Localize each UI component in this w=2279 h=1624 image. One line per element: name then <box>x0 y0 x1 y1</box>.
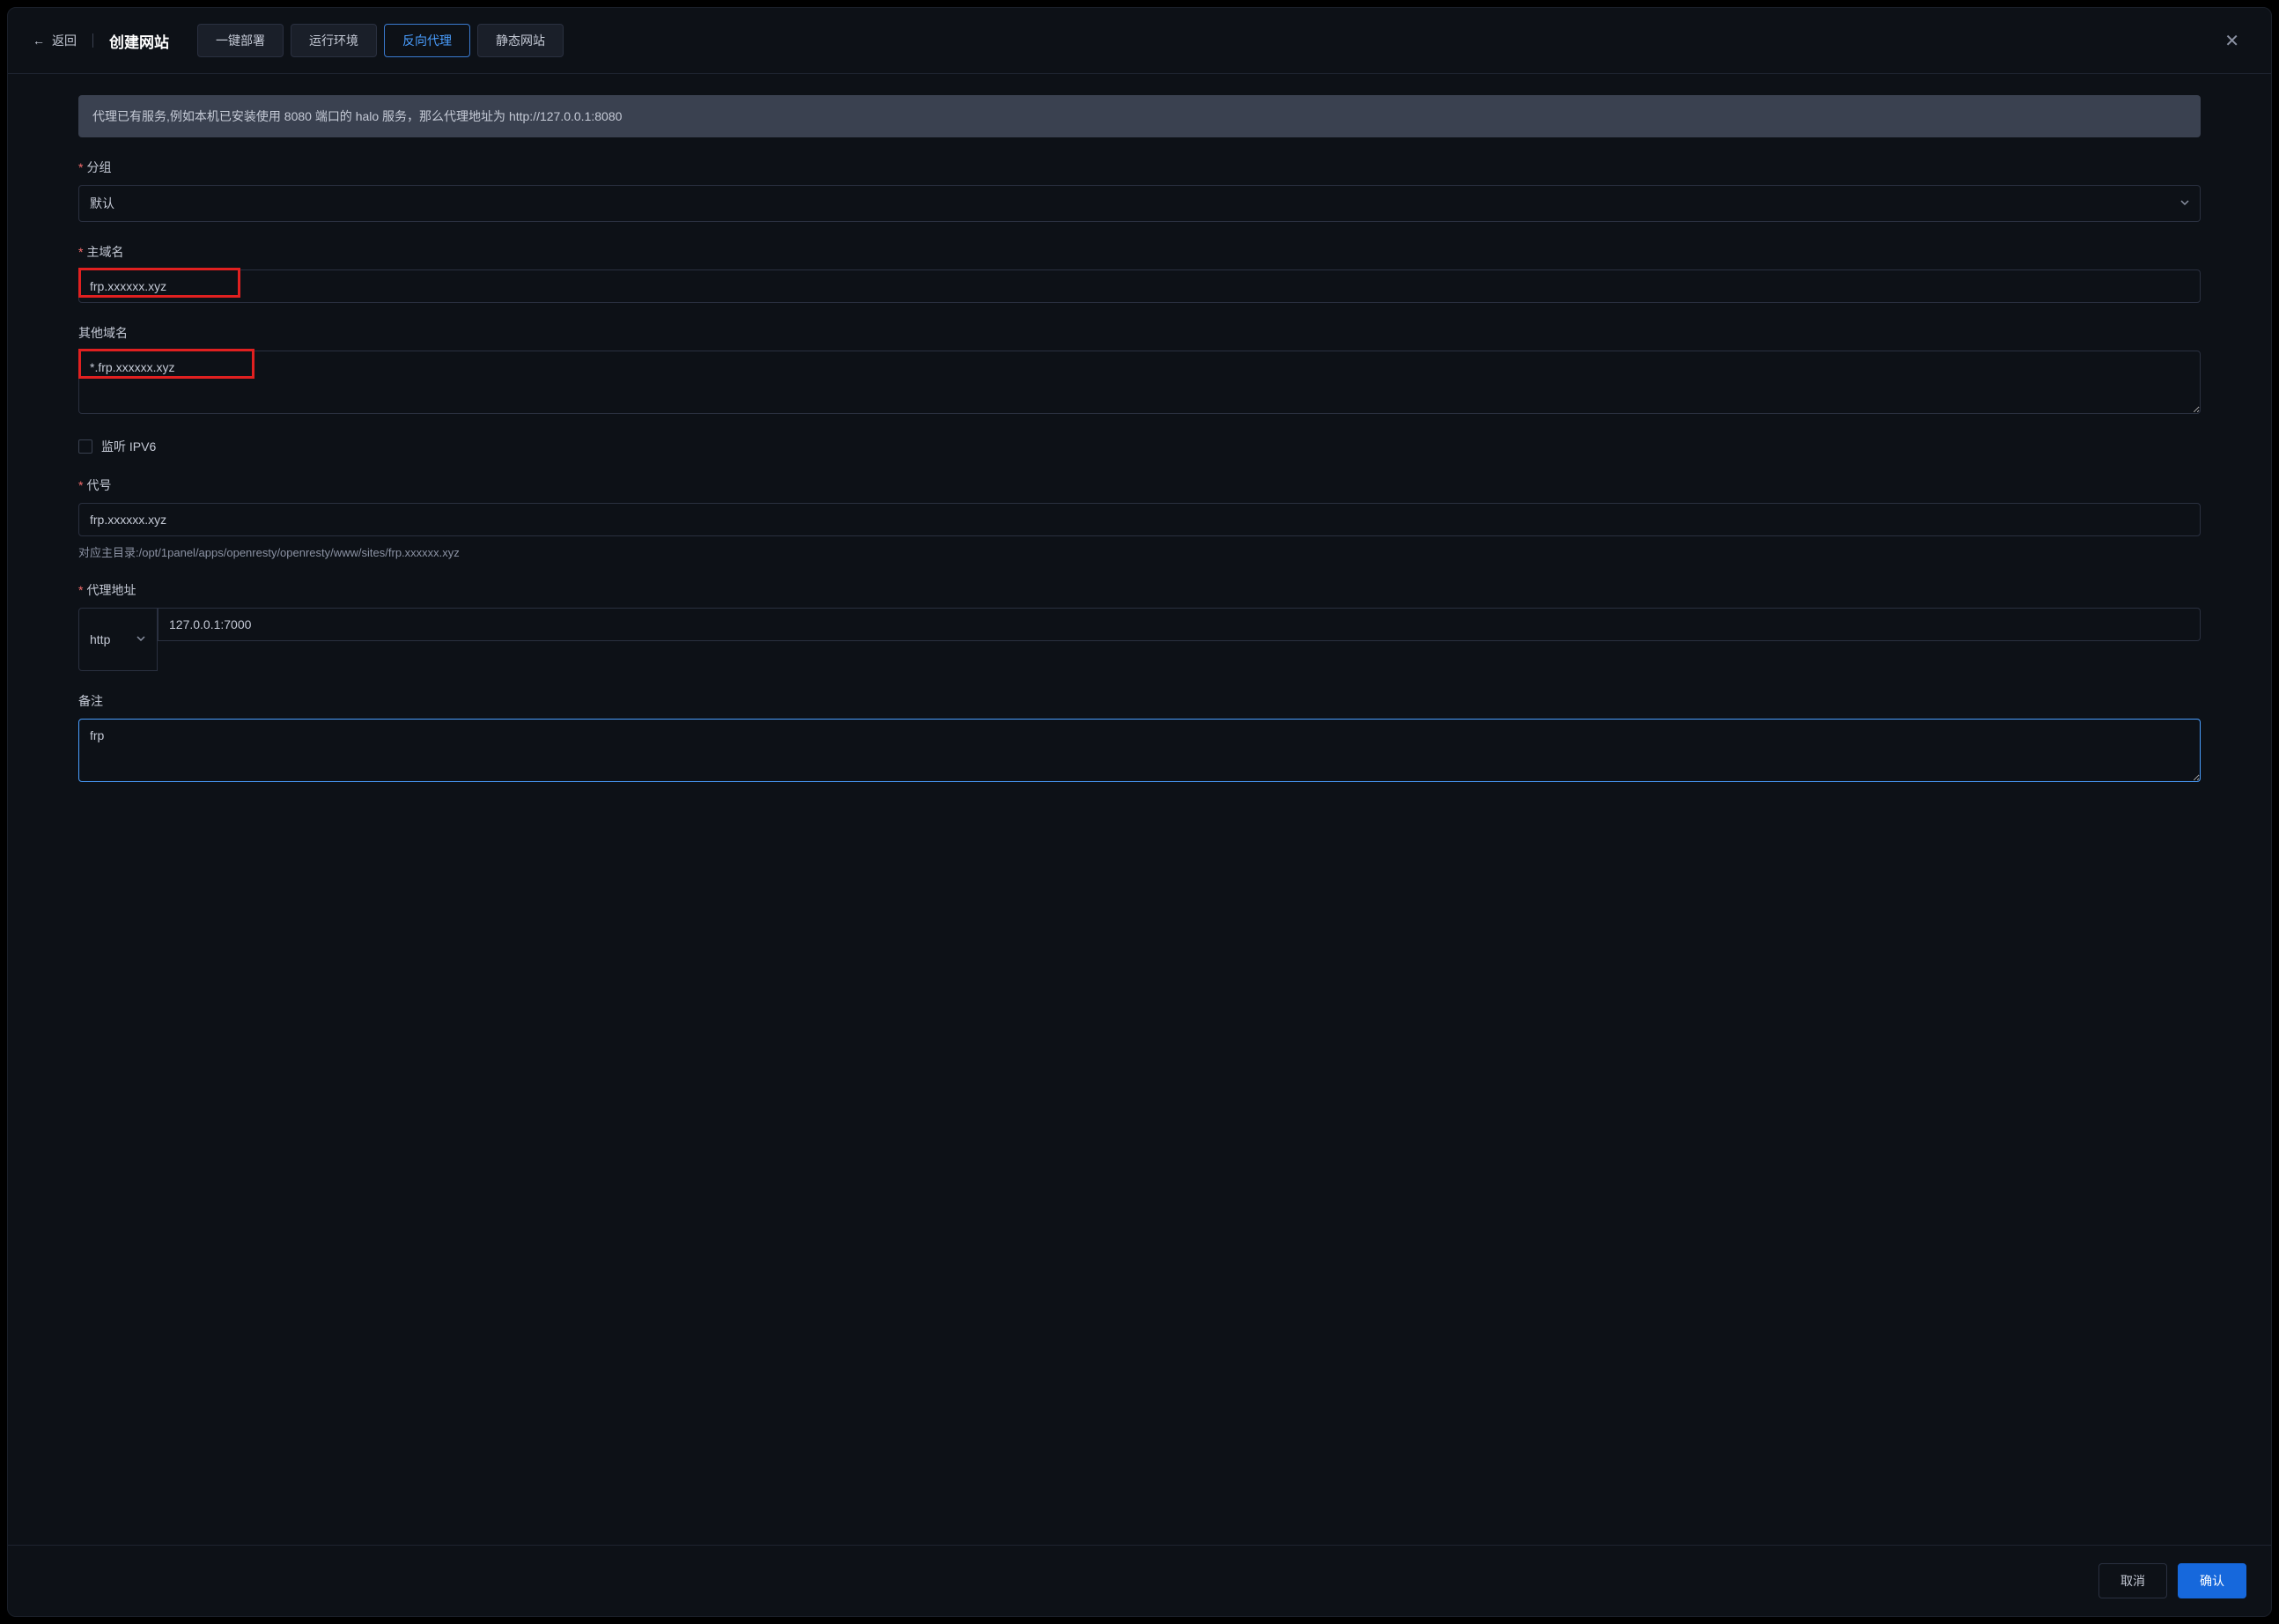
close-icon: ✕ <box>2224 32 2239 51</box>
select-group[interactable]: 默认 <box>78 185 2201 222</box>
tab-one-click-deploy[interactable]: 一键部署 <box>197 24 284 57</box>
close-button[interactable]: ✕ <box>2217 26 2246 55</box>
highlight-box <box>158 641 258 671</box>
label-proxy: 代理地址 <box>78 581 2201 599</box>
label-ipv6: 监听 IPV6 <box>101 438 156 455</box>
textarea-remark[interactable] <box>78 719 2201 782</box>
divider <box>92 33 93 48</box>
other-domains-wrap <box>78 351 2201 417</box>
input-proxy-address[interactable] <box>158 608 2201 641</box>
input-alias[interactable] <box>78 503 2201 536</box>
modal-header: ← 返回 创建网站 一键部署 运行环境 反向代理 静态网站 ✕ <box>8 8 2271 74</box>
arrow-left-icon: ← <box>33 33 45 48</box>
input-main-domain[interactable] <box>78 269 2201 303</box>
form-group-ipv6: 监听 IPV6 <box>78 438 2201 455</box>
label-other-domains: 其他域名 <box>78 324 2201 342</box>
textarea-other-domains[interactable] <box>78 351 2201 414</box>
label-main-domain: 主域名 <box>78 243 2201 261</box>
form-group-proxy: 代理地址 http <box>78 581 2201 671</box>
form-group-alias: 代号 对应主目录:/opt/1panel/apps/openresty/open… <box>78 476 2201 560</box>
modal-footer: 取消 确认 <box>8 1545 2271 1616</box>
proxy-row: http <box>78 608 2201 671</box>
label-alias: 代号 <box>78 476 2201 494</box>
proxy-input-wrap <box>158 608 2201 671</box>
checkbox-ipv6[interactable] <box>78 439 92 454</box>
form-group-group: 分组 默认 <box>78 159 2201 222</box>
back-label: 返回 <box>52 32 77 49</box>
back-button[interactable]: ← 返回 <box>33 28 77 53</box>
tabs-container: 一键部署 运行环境 反向代理 静态网站 <box>197 24 2217 57</box>
chevron-down-icon <box>136 632 146 646</box>
select-group-value: 默认 <box>78 185 2201 222</box>
modal-title: 创建网站 <box>109 30 169 52</box>
main-domain-wrap <box>78 269 2201 303</box>
tab-reverse-proxy[interactable]: 反向代理 <box>384 24 470 57</box>
confirm-button[interactable]: 确认 <box>2178 1563 2246 1598</box>
cancel-button[interactable]: 取消 <box>2098 1563 2167 1598</box>
tab-runtime[interactable]: 运行环境 <box>291 24 377 57</box>
form-content: 代理已有服务,例如本机已安装使用 8080 端口的 halo 服务，那么代理地址… <box>8 74 2271 1545</box>
select-protocol-value: http <box>90 632 110 646</box>
label-remark: 备注 <box>78 692 2201 710</box>
helper-alias: 对应主目录:/opt/1panel/apps/openresty/openres… <box>78 543 2201 560</box>
form-group-main-domain: 主域名 <box>78 243 2201 303</box>
form-group-other-domains: 其他域名 <box>78 324 2201 417</box>
select-protocol[interactable]: http <box>78 608 158 671</box>
label-group: 分组 <box>78 159 2201 176</box>
create-website-modal: ← 返回 创建网站 一键部署 运行环境 反向代理 静态网站 ✕ 代理已有服务,例… <box>7 7 2272 1617</box>
info-banner: 代理已有服务,例如本机已安装使用 8080 端口的 halo 服务，那么代理地址… <box>78 95 2201 137</box>
tab-static-site[interactable]: 静态网站 <box>477 24 564 57</box>
form-group-remark: 备注 <box>78 692 2201 785</box>
